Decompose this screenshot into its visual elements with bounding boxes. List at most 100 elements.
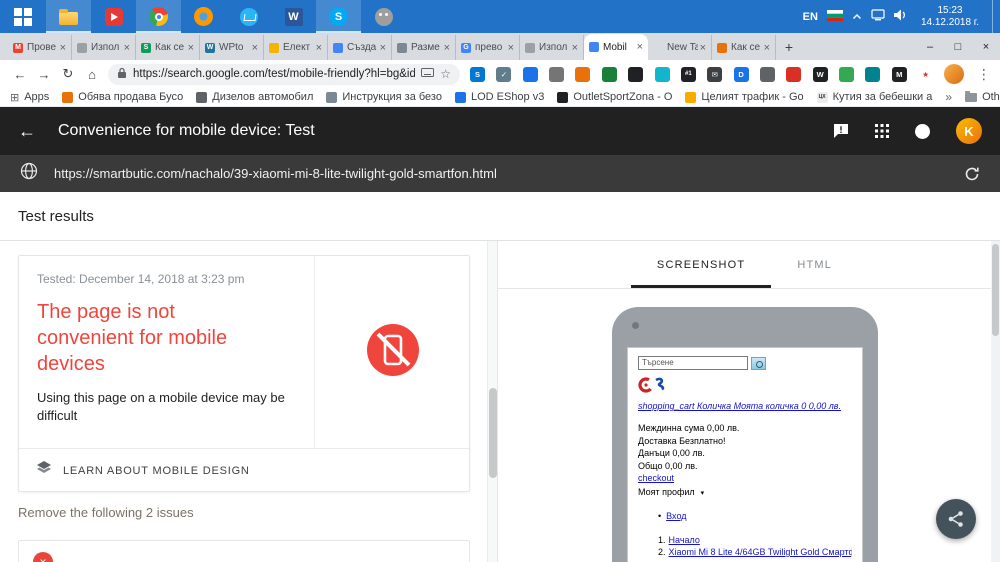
- bookmark-star-icon[interactable]: ☆: [440, 67, 451, 81]
- back-arrow-icon[interactable]: ←: [18, 121, 36, 142]
- bookmark-item[interactable]: Обява продава Бусо: [62, 91, 183, 103]
- forward-icon[interactable]: →: [32, 67, 56, 82]
- browser-tab[interactable]: Изпол×: [72, 35, 136, 60]
- tab-favicon: [717, 43, 727, 53]
- tab-close-icon[interactable]: ×: [380, 43, 386, 53]
- taskbar-gimp[interactable]: [361, 0, 406, 33]
- bookmark-item[interactable]: LOD EShop v3: [455, 91, 544, 103]
- tab-html[interactable]: HTML: [771, 241, 858, 288]
- extension-icon[interactable]: [549, 67, 564, 82]
- taskbar-clock[interactable]: 15:23 14.12.2018 г.: [917, 5, 983, 29]
- taskbar-word[interactable]: W: [271, 0, 316, 33]
- browser-menu-icon[interactable]: ⋮: [976, 66, 992, 83]
- extension-icon[interactable]: ✓: [496, 67, 511, 82]
- tray-chevron-up-icon[interactable]: [852, 11, 862, 23]
- tab-close-icon[interactable]: ×: [316, 43, 322, 53]
- browser-tab[interactable]: Създа×: [328, 35, 392, 60]
- extension-icon[interactable]: ✉: [707, 67, 722, 82]
- back-icon[interactable]: ←: [8, 67, 32, 82]
- start-button[interactable]: [0, 0, 46, 33]
- language-indicator[interactable]: EN: [803, 11, 818, 23]
- results-scrollbar-thumb[interactable]: [489, 388, 497, 478]
- extension-icon[interactable]: [523, 67, 538, 82]
- tab-close-icon[interactable]: ×: [60, 43, 66, 53]
- maximize-button[interactable]: □: [944, 41, 972, 53]
- minimize-button[interactable]: –: [916, 41, 944, 53]
- apps-shortcut[interactable]: ⊞Apps: [10, 91, 49, 104]
- apps-grid-icon[interactable]: [875, 124, 889, 138]
- rerun-test-icon[interactable]: [964, 166, 980, 182]
- browser-tab[interactable]: New Tab×: [648, 35, 712, 60]
- extension-icon[interactable]: [655, 67, 670, 82]
- window-close-button[interactable]: ×: [972, 41, 1000, 53]
- extension-icon[interactable]: ★: [918, 67, 933, 82]
- account-icon[interactable]: [915, 124, 930, 139]
- browser-tab[interactable]: MПрове×: [8, 35, 72, 60]
- window-controls: – □ ×: [916, 41, 1000, 53]
- browser-tab[interactable]: Как се×: [712, 35, 776, 60]
- flag-icon[interactable]: [827, 10, 843, 24]
- extension-icon[interactable]: [865, 67, 880, 82]
- bookmark-item[interactable]: Дизелов автомобил: [196, 91, 313, 103]
- word-icon: W: [285, 8, 303, 26]
- user-avatar[interactable]: K: [956, 118, 982, 144]
- extension-icon[interactable]: D: [734, 67, 749, 82]
- keyboard-icon[interactable]: [421, 68, 434, 80]
- taskbar-firefox[interactable]: [181, 0, 226, 33]
- network-icon[interactable]: [871, 9, 885, 24]
- results-scrollbar[interactable]: [487, 241, 497, 562]
- extension-icon[interactable]: #1: [681, 67, 696, 82]
- tab-close-icon[interactable]: ×: [700, 43, 706, 53]
- volume-icon[interactable]: [894, 9, 908, 24]
- taskbar-mail[interactable]: [226, 0, 271, 33]
- extension-icon[interactable]: M: [892, 67, 907, 82]
- browser-tab[interactable]: SКак се×: [136, 35, 200, 60]
- show-desktop-strip[interactable]: [992, 0, 998, 33]
- browser-tab-active[interactable]: Mobil×: [584, 34, 648, 60]
- tab-close-icon[interactable]: ×: [637, 42, 643, 52]
- taskbar-media-app[interactable]: [91, 0, 136, 33]
- browser-tab[interactable]: Gпрево×: [456, 35, 520, 60]
- tab-close-icon[interactable]: ×: [444, 43, 450, 53]
- bookmark-item[interactable]: Инструкция за безо: [326, 91, 442, 103]
- extension-icon[interactable]: [575, 67, 590, 82]
- extension-icon[interactable]: [786, 67, 801, 82]
- extension-icon[interactable]: [628, 67, 643, 82]
- preview-scrollbar-thumb[interactable]: [992, 244, 999, 336]
- profile-avatar[interactable]: [944, 64, 964, 84]
- browser-tab[interactable]: Разме×: [392, 35, 456, 60]
- reload-icon[interactable]: ↻: [56, 66, 80, 82]
- tab-close-icon[interactable]: ×: [508, 43, 514, 53]
- bookmark-item[interactable]: Целият трафик - Go: [685, 91, 803, 103]
- other-bookmarks[interactable]: Other bookmarks: [965, 91, 1000, 103]
- browser-tab[interactable]: WWPto×: [200, 35, 264, 60]
- learn-about-mobile-design-link[interactable]: LEARN ABOUT MOBILE DESIGN: [19, 448, 469, 492]
- extension-icon[interactable]: [760, 67, 775, 82]
- browser-tab[interactable]: Елект×: [264, 35, 328, 60]
- extension-icon[interactable]: W: [813, 67, 828, 82]
- home-icon[interactable]: ⌂: [80, 67, 104, 82]
- bookmarks-overflow-icon[interactable]: »: [945, 90, 952, 104]
- tab-close-icon[interactable]: ×: [764, 43, 770, 53]
- preview-scrollbar[interactable]: [991, 241, 1000, 562]
- phone-search-input: Търсене: [638, 356, 748, 370]
- bookmark-item[interactable]: OutletSportZona - O: [557, 91, 672, 103]
- tab-screenshot[interactable]: SCREENSHOT: [631, 241, 771, 288]
- extension-icon[interactable]: S: [470, 67, 485, 82]
- extension-icon[interactable]: [839, 67, 854, 82]
- browser-tab[interactable]: Изпол×: [520, 35, 584, 60]
- feedback-icon[interactable]: [833, 123, 849, 139]
- taskbar-chrome[interactable]: [136, 0, 181, 33]
- extension-icon[interactable]: [602, 67, 617, 82]
- tab-close-icon[interactable]: ×: [188, 43, 194, 53]
- tab-close-icon[interactable]: ×: [572, 43, 578, 53]
- skype-icon: S: [329, 7, 348, 26]
- bookmark-item[interactable]: ЦХКутия за бебешки а: [817, 91, 933, 103]
- new-tab-button[interactable]: +: [776, 39, 802, 55]
- taskbar-skype[interactable]: S: [316, 0, 361, 33]
- taskbar-file-explorer[interactable]: [46, 0, 91, 33]
- tab-close-icon[interactable]: ×: [124, 43, 130, 53]
- share-button[interactable]: [936, 499, 976, 539]
- tab-close-icon[interactable]: ×: [252, 43, 258, 53]
- omnibox[interactable]: https://search.google.com/test/mobile-fr…: [108, 64, 460, 85]
